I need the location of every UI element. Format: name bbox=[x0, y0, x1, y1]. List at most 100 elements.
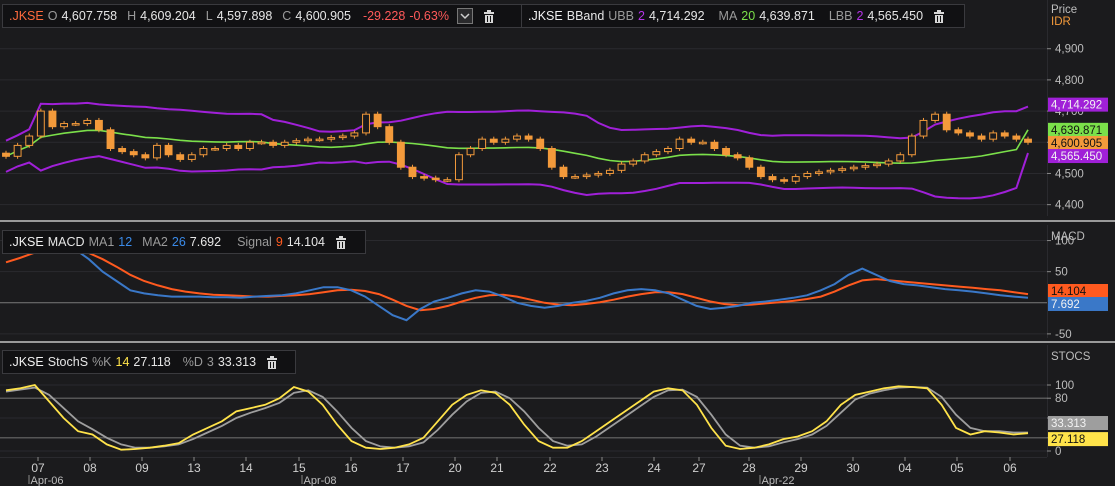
trash-icon[interactable] bbox=[335, 235, 347, 249]
k-line bbox=[5, 384, 1029, 451]
candle-body bbox=[919, 119, 928, 137]
candle-body bbox=[13, 144, 22, 157]
ubb-value: 4,714.292 bbox=[648, 9, 705, 23]
chevron-down-icon[interactable] bbox=[456, 8, 473, 24]
candle-body bbox=[559, 166, 568, 178]
d-label: %D bbox=[182, 355, 203, 369]
tag-label: 4,639.871 bbox=[1051, 125, 1102, 137]
candle-body bbox=[907, 135, 916, 156]
signal-param: 9 bbox=[275, 235, 283, 249]
candle-body bbox=[931, 113, 940, 121]
candle-body bbox=[25, 135, 34, 146]
trash-icon[interactable] bbox=[933, 9, 945, 23]
tag-label: 7.692 bbox=[1051, 299, 1080, 311]
candle-body bbox=[420, 176, 429, 179]
x-tick-label: 07 bbox=[31, 461, 45, 475]
x-tick-label: 23 bbox=[595, 461, 609, 475]
candle-body bbox=[745, 157, 754, 168]
x-tick-label: 17 bbox=[396, 461, 410, 475]
tag-label: 14.104 bbox=[1051, 286, 1087, 298]
candle-body bbox=[942, 113, 951, 131]
x-axis[interactable]: 07 08 09 13 14 15 16 17 20 21 22 23 24 27 28 29 30 04 05 06… bbox=[0, 457, 1047, 486]
macd-y-axis[interactable]: 100 50 -50 14.1047.692 bbox=[1047, 225, 1115, 338]
candle-body bbox=[861, 165, 870, 168]
price-y-axis[interactable]: 4,9004,8004,7004,6004,5004,4004,714.2924… bbox=[1047, 0, 1115, 216]
pane-divider[interactable] bbox=[0, 220, 1115, 222]
candle-body bbox=[640, 154, 649, 162]
candle-body bbox=[269, 141, 278, 146]
candle-body bbox=[292, 140, 301, 143]
candle-body bbox=[350, 132, 359, 137]
price-legend: .JKSE O 4,607.758 H 4,609.204 L 4,597.89… bbox=[2, 4, 522, 28]
candle-body bbox=[327, 137, 336, 140]
ma-value: 4,639.871 bbox=[759, 9, 815, 23]
month-label: Apr-06 bbox=[30, 475, 63, 486]
candle-body bbox=[141, 154, 150, 159]
y-tick-label: 4,800 bbox=[1055, 75, 1084, 87]
lbb-param: 2 bbox=[856, 9, 864, 23]
stoch-ticker[interactable]: .JKSE bbox=[9, 355, 44, 369]
y-tick-label: 0 bbox=[1055, 446, 1061, 457]
stoch-name: StochS bbox=[47, 355, 89, 369]
x-tick-label: 06 bbox=[1003, 461, 1017, 475]
stoch-y-axis[interactable]: 1008020033.31327.118 bbox=[1047, 345, 1115, 457]
candle-body bbox=[687, 138, 696, 143]
ubb-tag: 4,714.292 bbox=[1048, 97, 1108, 112]
candle-body bbox=[989, 132, 998, 140]
candle-body bbox=[629, 160, 638, 165]
macd-legend: .JKSE MACD MA1 12 MA2 26 7.692 Signal 9 … bbox=[2, 230, 366, 254]
candle-body bbox=[304, 138, 312, 142]
lbb-value: 4,565.450 bbox=[867, 9, 924, 23]
lbb-label: LBB bbox=[828, 9, 853, 23]
candle-body bbox=[524, 135, 533, 140]
candle-body bbox=[187, 154, 196, 160]
candle-body bbox=[60, 123, 69, 128]
candle-body bbox=[71, 123, 80, 126]
candle-body bbox=[176, 154, 185, 160]
candle-body bbox=[338, 135, 347, 139]
high-value: 4,609.204 bbox=[140, 9, 196, 23]
candle-body bbox=[536, 138, 545, 150]
y-tick-label: 50 bbox=[1055, 267, 1068, 279]
bband-legend: .JKSE BBand UBB 2 4,714.292 MA 20 4,639.… bbox=[521, 4, 965, 28]
x-tick-label: 16 bbox=[344, 461, 358, 475]
y-tick-label: -50 bbox=[1055, 329, 1072, 338]
candle-body bbox=[652, 151, 661, 156]
candle-body bbox=[896, 154, 905, 162]
bband-ticker[interactable]: .JKSE bbox=[528, 9, 563, 23]
candle-body bbox=[698, 141, 707, 145]
macd-tag: 7.692 bbox=[1048, 296, 1108, 311]
trash-icon[interactable] bbox=[483, 9, 495, 23]
price-chart[interactable] bbox=[0, 0, 1047, 216]
open-value: 4,607.758 bbox=[61, 9, 118, 23]
tag-label: 4,565.450 bbox=[1051, 151, 1102, 163]
ma-param: 20 bbox=[741, 9, 756, 23]
candle-body bbox=[408, 166, 417, 178]
candle-body bbox=[2, 152, 10, 157]
x-tick-label: 15 bbox=[292, 461, 306, 475]
price-ticker[interactable]: .JKSE bbox=[9, 9, 44, 23]
candle-body bbox=[594, 172, 603, 176]
candle-body bbox=[1012, 135, 1021, 140]
candle-body bbox=[48, 110, 57, 128]
x-tick-label: 22 bbox=[543, 461, 557, 475]
macd-line bbox=[5, 242, 1029, 322]
candle-body bbox=[222, 144, 231, 150]
lower-band-line bbox=[5, 152, 1029, 200]
candle-body bbox=[884, 160, 893, 165]
x-tick-label: 04 bbox=[898, 461, 912, 475]
candle-body bbox=[129, 151, 138, 156]
candle-body bbox=[803, 172, 812, 178]
ma-label: MA bbox=[718, 9, 738, 23]
d-line bbox=[5, 386, 1028, 449]
macd-ticker[interactable]: .JKSE bbox=[9, 235, 44, 249]
macd-pane: .JKSE MACD MA1 12 MA2 26 7.692 Signal 9 … bbox=[0, 225, 1115, 338]
signal-value: 14.104 bbox=[286, 235, 325, 249]
candle-body bbox=[780, 179, 789, 182]
trash-icon[interactable] bbox=[266, 355, 278, 369]
pane-divider[interactable] bbox=[0, 341, 1115, 343]
candle-body bbox=[710, 141, 719, 150]
high-label: H bbox=[127, 9, 137, 23]
bband-name: BBand bbox=[566, 9, 605, 23]
candle-body bbox=[1024, 138, 1032, 143]
